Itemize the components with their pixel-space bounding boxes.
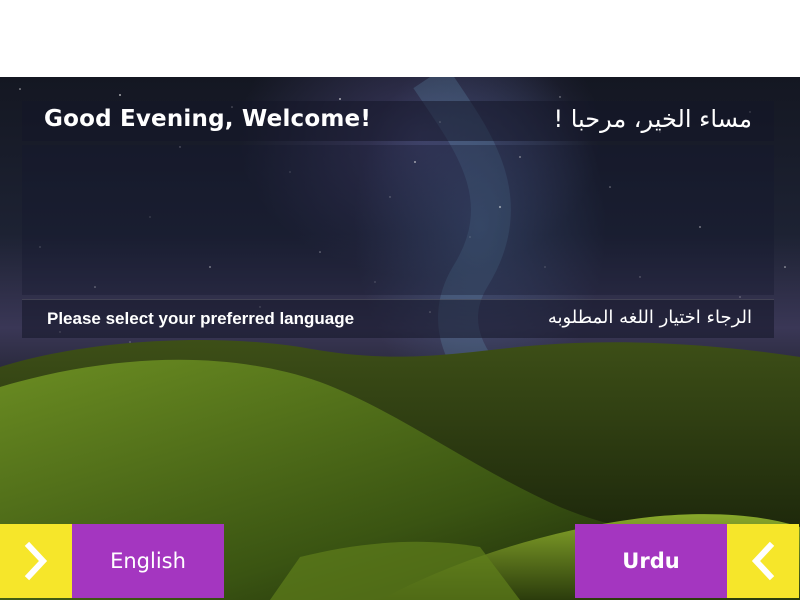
welcome-banner: Good Evening, Welcome! مساء الخير، مرحبا… bbox=[22, 101, 774, 141]
english-arrow-button[interactable] bbox=[0, 524, 72, 598]
chevron-left-icon bbox=[751, 541, 775, 581]
prompt-text-english: Please select your preferred language bbox=[47, 309, 355, 328]
top-white-bar bbox=[0, 0, 800, 77]
welcome-text-arabic: مساء الخير، مرحبا ! bbox=[553, 105, 752, 133]
english-button[interactable]: English bbox=[72, 524, 224, 598]
welcome-text-english: Good Evening, Welcome! bbox=[44, 106, 372, 132]
urdu-button[interactable]: Urdu bbox=[575, 524, 727, 598]
chevron-right-icon bbox=[24, 541, 48, 581]
prompt-text-arabic: الرجاء اختيار اللغه المطلوبه bbox=[547, 307, 752, 328]
urdu-arrow-button[interactable] bbox=[727, 524, 799, 598]
language-prompt-banner: Please select your preferred language ال… bbox=[22, 299, 774, 338]
content-panel bbox=[22, 145, 774, 295]
